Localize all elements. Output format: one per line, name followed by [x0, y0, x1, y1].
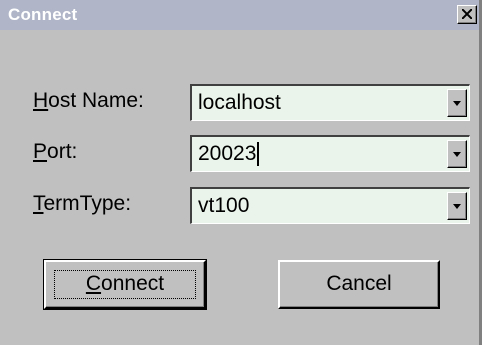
- host-name-dropdown-button[interactable]: [447, 89, 467, 117]
- close-icon: [462, 9, 472, 19]
- dialog-title: Connect: [8, 5, 78, 24]
- text-cursor: [257, 142, 260, 166]
- host-name-label-text: ost Name:: [48, 89, 144, 112]
- termtype-label-mnemonic: T: [33, 192, 44, 215]
- port-dropdown-button[interactable]: [447, 140, 467, 168]
- port-value-wrap[interactable]: 20023: [198, 142, 260, 166]
- termtype-value[interactable]: vt100: [198, 194, 249, 218]
- port-label-mnemonic: P: [33, 140, 48, 163]
- host-name-combobox[interactable]: localhost: [190, 84, 470, 121]
- port-label-text: ort:: [47, 140, 78, 163]
- port-label: Port:: [33, 140, 77, 164]
- cancel-button-label: Cancel: [326, 272, 392, 295]
- connect-button-mnemonic: C: [85, 272, 102, 295]
- connect-button-label: onnect: [101, 272, 165, 295]
- port-value[interactable]: 20023: [198, 142, 256, 165]
- chevron-down-icon: [453, 204, 461, 209]
- title-bar[interactable]: Connect: [0, 0, 479, 30]
- host-name-value[interactable]: localhost: [198, 91, 281, 115]
- host-name-label: Host Name:: [33, 89, 144, 113]
- termtype-combobox[interactable]: vt100: [190, 187, 470, 224]
- termtype-label-text: ermType:: [43, 192, 132, 215]
- termtype-label: TermType:: [33, 192, 131, 216]
- close-button[interactable]: [457, 5, 477, 24]
- cancel-button[interactable]: Cancel: [278, 260, 440, 309]
- connect-button[interactable]: Connect: [43, 259, 207, 310]
- port-combobox[interactable]: 20023: [190, 135, 470, 172]
- chevron-down-icon: [453, 101, 461, 106]
- connect-dialog: Connect Host Name: localhost Port: 20023…: [0, 0, 482, 345]
- chevron-down-icon: [453, 152, 461, 157]
- termtype-dropdown-button[interactable]: [447, 192, 467, 220]
- host-name-label-mnemonic: H: [33, 89, 49, 112]
